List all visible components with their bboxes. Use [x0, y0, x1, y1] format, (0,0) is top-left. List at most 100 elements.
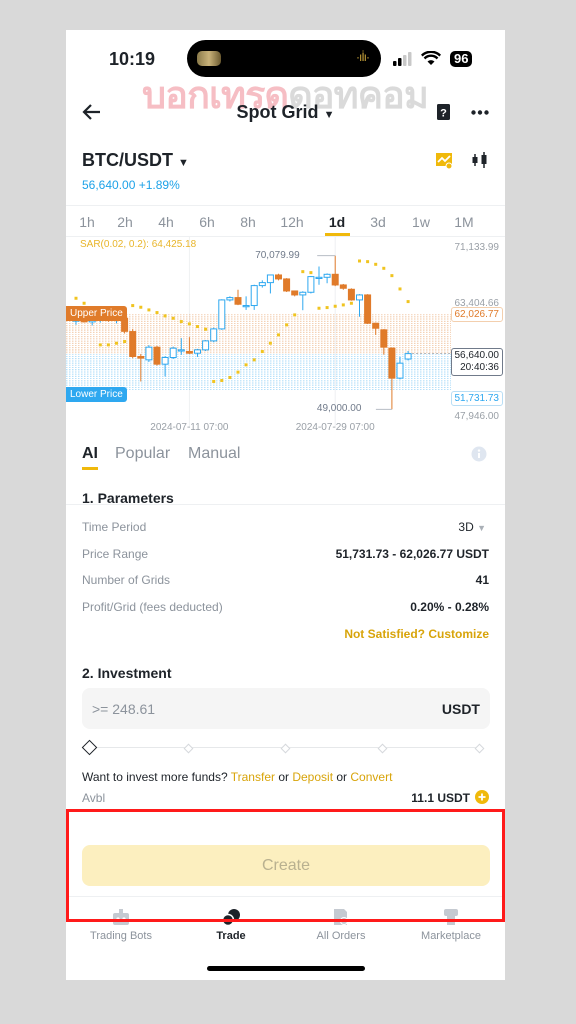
convert-link[interactable]: Convert [350, 770, 392, 784]
tab-manual[interactable]: Manual [188, 445, 240, 463]
timeframe-tab-1d[interactable]: 1d [329, 214, 345, 230]
timeframe-tab-1h[interactable]: 1h [79, 214, 95, 230]
grids-value: 41 [475, 573, 489, 587]
tab-popular[interactable]: Popular [115, 445, 170, 463]
candle-body [404, 353, 412, 360]
timeframe-tab-8h[interactable]: 8h [240, 214, 256, 230]
candle-body [388, 347, 396, 379]
investment-input[interactable]: >= 248.61 USDT [82, 688, 490, 729]
sar-dot [82, 301, 86, 305]
sar-dot [155, 311, 159, 315]
candle-body [185, 351, 193, 354]
sar-dot [301, 270, 305, 274]
sar-dot [106, 343, 110, 347]
customize-link[interactable]: Not Satisfied? Customize [344, 627, 489, 641]
highlight-box [66, 809, 505, 922]
lower-price-tag: Lower Price [66, 387, 127, 403]
candlestick-chart [66, 236, 451, 428]
nav-label: Trading Bots [90, 930, 152, 942]
page-title-text: Spot Grid [236, 102, 319, 122]
add-funds-icon[interactable] [475, 790, 489, 804]
timeframe-tab-3d[interactable]: 3d [370, 214, 386, 230]
sar-dot [139, 305, 143, 309]
candle-body [380, 329, 388, 348]
time-period-select[interactable]: 3D ▼ [458, 520, 486, 534]
candle-body [153, 346, 161, 365]
avbl-value: 11.1 USDT [411, 791, 470, 805]
candle-body [177, 349, 185, 352]
candle-body [202, 340, 210, 351]
candle-body [331, 273, 339, 286]
pair-selector[interactable]: BTC/USDT ▼ [82, 150, 189, 171]
sar-dot [317, 306, 321, 310]
sar-indicator-label: SAR(0.02, 0.2): 64,425.18 [80, 239, 197, 250]
candle-body [307, 276, 315, 293]
price-range-value: 51,731.73 - 62,026.77 USDT [335, 547, 489, 561]
candle-body [210, 328, 218, 342]
transfer-link[interactable]: Transfer [231, 770, 275, 784]
or-text: or [336, 770, 348, 784]
candle-body [266, 274, 274, 284]
sar-dot [382, 266, 386, 270]
sar-dot [268, 341, 272, 345]
grids-label: Number of Grids [82, 573, 171, 587]
candle-body [275, 274, 282, 280]
candle-body [194, 349, 201, 354]
candle-body [347, 288, 355, 301]
guide-icon[interactable]: ? [436, 103, 451, 121]
slider-stop-50[interactable] [280, 743, 291, 754]
info-icon[interactable] [471, 446, 487, 462]
slider-stop-75[interactable] [377, 743, 388, 754]
y-tick-label: 47,946.00 [454, 411, 500, 422]
timeframe-tab-1w[interactable]: 1w [412, 214, 430, 230]
nav-label: Marketplace [421, 930, 481, 942]
timeframe-tab-4h[interactable]: 4h [158, 214, 174, 230]
slider-stop-25[interactable] [183, 743, 194, 754]
timeframe-tab-12h[interactable]: 12h [280, 214, 303, 230]
slider-stop-100[interactable] [474, 743, 485, 754]
candlestick-icon[interactable] [471, 151, 489, 169]
deposit-link[interactable]: Deposit [292, 770, 333, 784]
lower-price-value: 51,731.73 [450, 391, 503, 407]
investment-slider[interactable] [81, 739, 486, 756]
timeframe-tab-6h[interactable]: 6h [199, 214, 215, 230]
sar-dot [260, 350, 264, 354]
sar-dot [398, 287, 402, 291]
upper-price-tag: Upper Price [66, 306, 127, 322]
timeframe-tab-2h[interactable]: 2h [117, 214, 133, 230]
candle-body [145, 346, 153, 361]
timeframe-tab-1M[interactable]: 1M [454, 214, 473, 230]
candle-body [161, 356, 169, 365]
investment-heading: 2. Investment [82, 665, 172, 681]
sar-dot [285, 323, 289, 327]
candle-body [250, 285, 258, 307]
sar-dot [252, 358, 256, 362]
candle-body [258, 282, 266, 287]
battery-level: 96 [450, 51, 473, 67]
x-tick-label: 2024-07-11 07:00 [150, 422, 229, 433]
tab-active-indicator [82, 467, 98, 470]
sar-dot [196, 325, 199, 329]
sar-dot [325, 306, 329, 310]
candle-body [137, 355, 145, 359]
slider-handle[interactable] [81, 739, 98, 756]
sar-dot [366, 260, 370, 264]
sar-dot [293, 313, 297, 317]
home-indicator[interactable] [207, 966, 365, 971]
candle-body [339, 284, 347, 289]
more-dots-icon[interactable] [471, 110, 489, 115]
sar-dot [147, 308, 151, 312]
candle-body [226, 297, 234, 301]
candle-body [218, 299, 226, 330]
divider [66, 205, 505, 206]
profit-grid-value: 0.20% - 0.28% [410, 600, 489, 614]
candle-body [396, 362, 404, 379]
chart-indicator-icon[interactable] [436, 152, 453, 169]
tab-ai[interactable]: AI [82, 445, 98, 463]
nav-label: Trade [216, 930, 246, 942]
price-chart[interactable]: SAR(0.02, 0.2): 64,425.18 71,133.99 63,40… [66, 236, 505, 436]
sar-dot [406, 300, 410, 304]
sar-dot [171, 316, 175, 320]
candle-body [315, 276, 323, 279]
sar-dot [131, 304, 135, 308]
